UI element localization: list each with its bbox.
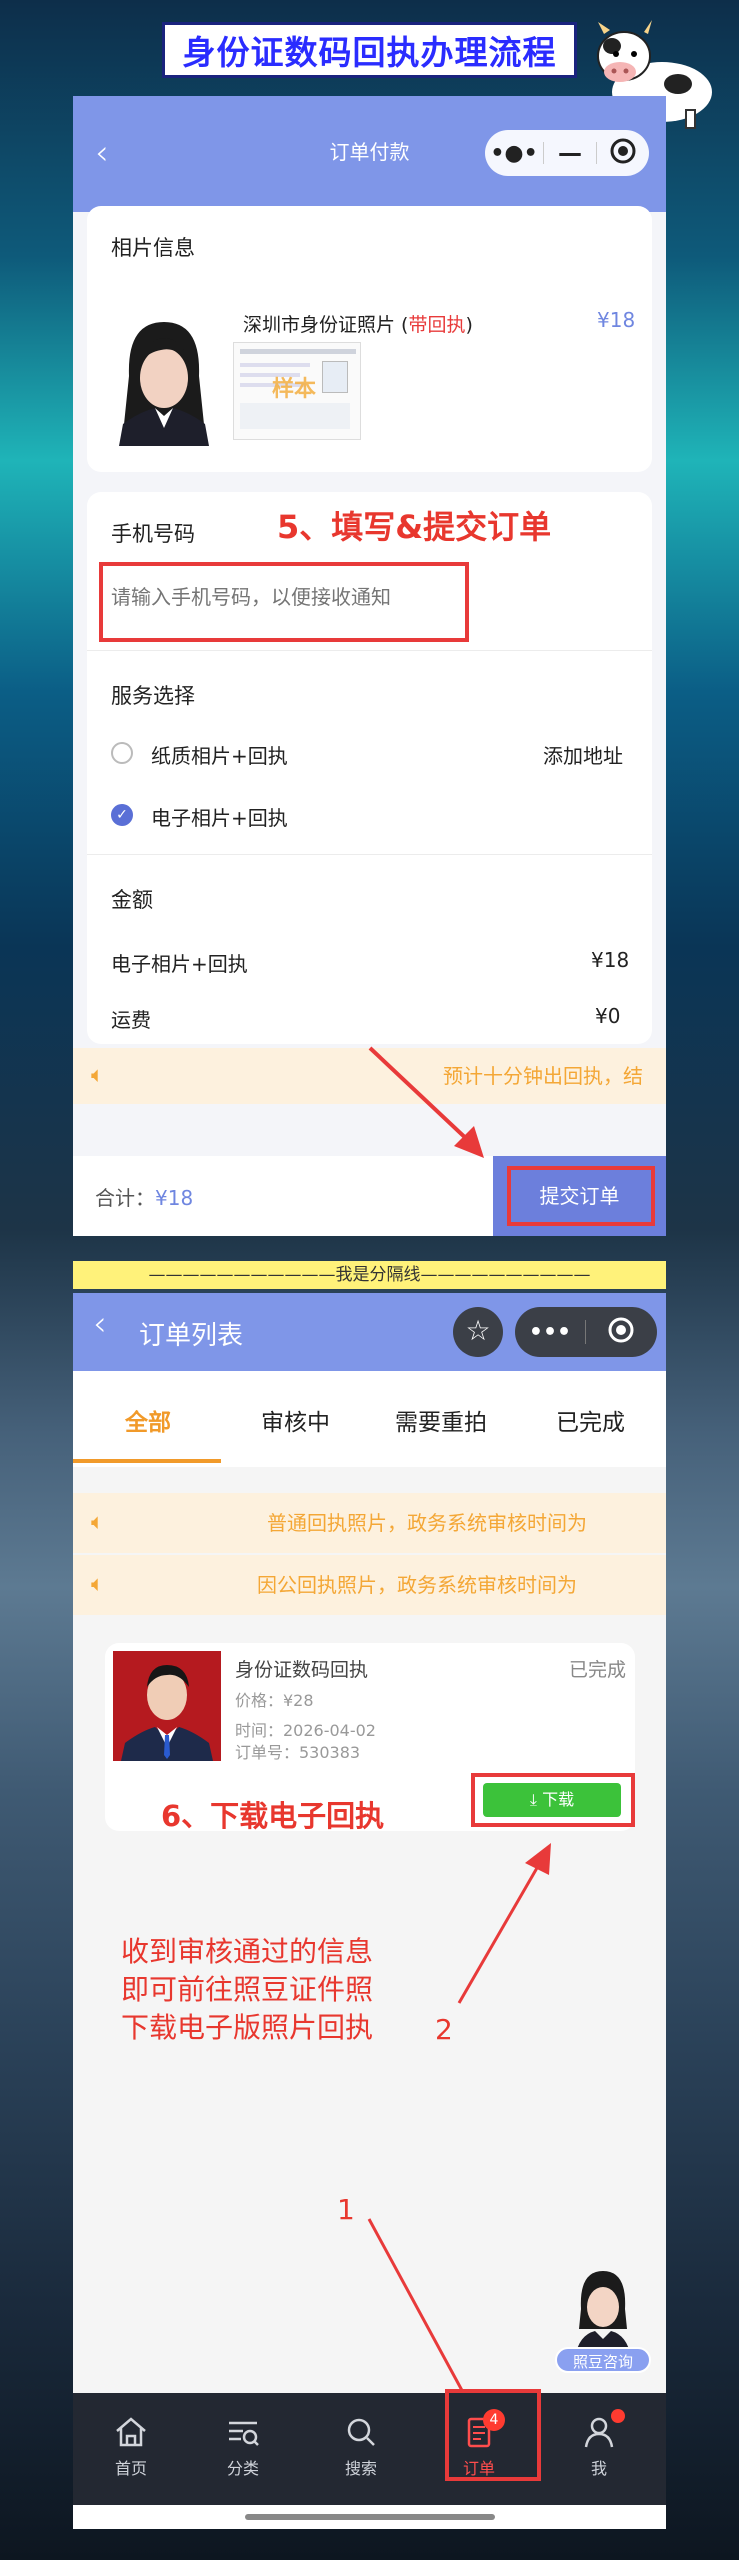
- order-price: 价格：¥28: [235, 1691, 314, 1710]
- minimize-icon[interactable]: —: [544, 139, 596, 167]
- notice-bar: 🔈︎ 普通回执照片，政务系统审核时间为: [73, 1493, 666, 1553]
- tab-retake[interactable]: 需要重拍: [395, 1403, 487, 1437]
- tab-active-indicator: [73, 1459, 221, 1463]
- download-highlight-box: [471, 1773, 635, 1827]
- notice-text: 普通回执照片，政务系统审核时间为: [267, 1511, 587, 1535]
- shipping-row-label: 运费: [111, 1008, 151, 1032]
- tab-all[interactable]: 全部: [125, 1403, 171, 1437]
- step5-label: 5、填写&提交订单: [277, 508, 552, 546]
- order-portrait-photo: [113, 1651, 221, 1761]
- more-icon[interactable]: •●•: [485, 141, 543, 166]
- category-icon: [229, 2421, 259, 2446]
- home-icon: [116, 2417, 146, 2447]
- order-time: 时间：2026-04-02: [235, 1721, 376, 1740]
- shipping-row-value: ¥0: [595, 1004, 621, 1028]
- arrow-label-1: 1: [337, 2193, 355, 2226]
- sample-watermark: 样本: [272, 377, 317, 402]
- phone-highlight-box: [99, 562, 469, 642]
- option-paper-radio[interactable]: [111, 742, 133, 764]
- arrow-to-download-icon: [457, 1843, 551, 2004]
- tab-me[interactable]: 我: [559, 2409, 639, 2479]
- submit-highlight-box: [507, 1166, 655, 1226]
- close-target-icon[interactable]: [586, 1316, 656, 1348]
- home-indicator-area: [73, 2505, 666, 2529]
- portrait-photo: [109, 316, 219, 446]
- order-title: 身份证数码回执: [235, 1659, 369, 1681]
- amount-label: 金额: [111, 888, 153, 912]
- instruction-text: 收到审核通过的信息 即可前往照豆证件照 下载电子版照片回执: [121, 1935, 374, 2044]
- orders-tab-highlight-box: [445, 2389, 541, 2481]
- assistant-avatar: [575, 2271, 631, 2357]
- speaker-icon: 🔈︎: [91, 1063, 105, 1088]
- notice-bar: 🔈︎ 因公回执照片，政务系统审核时间为: [73, 1555, 666, 1615]
- tab-completed[interactable]: 已完成: [556, 1403, 625, 1437]
- option-paper-label[interactable]: 纸质相片+回执: [151, 740, 288, 769]
- banner-title: 身份证数码回执办理流程: [182, 33, 557, 72]
- back-icon[interactable]: ‹: [93, 1307, 107, 1341]
- total: 合计：¥18: [95, 1186, 194, 1210]
- assistant-widget[interactable]: 照豆咨询: [553, 2265, 653, 2383]
- order-status: 已完成: [569, 1659, 627, 1681]
- arrow-label-2: 2: [435, 2013, 453, 2046]
- tab-bar: 全部 审核中 需要重拍 已完成: [73, 1371, 666, 1467]
- separator-label: ———————————我是分隔线——————————: [73, 1261, 666, 1289]
- product-price: ¥18: [597, 308, 636, 332]
- close-target-icon[interactable]: [597, 137, 649, 169]
- nav-title: 订单列表: [139, 1321, 244, 1351]
- tab-home[interactable]: 首页: [91, 2415, 171, 2479]
- mini-program-capsule: •●• —: [485, 130, 649, 176]
- photo-info-card: 相片信息 深圳市身份证照片 (带回执) ¥18 样本: [87, 206, 652, 472]
- add-address-link[interactable]: 添加地址: [543, 740, 623, 769]
- divider: [87, 854, 652, 855]
- speaker-icon: 🔈︎: [91, 1510, 105, 1535]
- receipt-sample-image: 样本: [233, 342, 361, 440]
- divider: [87, 650, 652, 651]
- option-electronic-radio[interactable]: ✓: [111, 804, 133, 826]
- tab-category[interactable]: 分类: [203, 2415, 283, 2479]
- mini-program-capsule: •••: [515, 1307, 657, 1357]
- speaker-icon: 🔈︎: [91, 1572, 105, 1597]
- service-label: 服务选择: [111, 684, 195, 708]
- photo-section-title: 相片信息: [111, 236, 195, 260]
- order-form-card: 手机号码 5、填写&提交订单 服务选择 纸质相片+回执 添加地址 ✓ 电子相片+…: [87, 492, 652, 1044]
- more-icon[interactable]: •••: [515, 1320, 585, 1345]
- assistant-label: 照豆咨询: [555, 2347, 651, 2373]
- nav-bar: ‹ 订单列表 ☆ •••: [73, 1293, 666, 1371]
- arrow-to-submit-icon: [368, 1046, 484, 1158]
- amount-row-label: 电子相片+回执: [111, 952, 248, 976]
- order-number: 订单号：530383: [235, 1743, 361, 1762]
- notice-text: 因公回执照片，政务系统审核时间为: [257, 1573, 577, 1597]
- search-icon: [347, 2418, 375, 2446]
- option-electronic-label[interactable]: 电子相片+回执: [151, 802, 288, 831]
- bottom-tab-bar: 首页 分类 搜索 订单 4 我: [73, 2389, 666, 2505]
- home-indicator: [245, 2514, 495, 2520]
- banner-title-box: 身份证数码回执办理流程: [162, 22, 577, 78]
- nav-bar: ‹ 订单付款 •●• —: [73, 96, 666, 212]
- tab-reviewing[interactable]: 审核中: [261, 1403, 330, 1437]
- notification-dot: [611, 2409, 625, 2423]
- product-name: 深圳市身份证照片 (带回执): [243, 314, 473, 336]
- amount-row-value: ¥18: [591, 948, 630, 972]
- step6-label: 6、下载电子回执: [161, 1799, 385, 1833]
- tab-search[interactable]: 搜索: [321, 2415, 401, 2479]
- phone-label: 手机号码: [111, 522, 195, 546]
- star-icon[interactable]: ☆: [453, 1307, 503, 1357]
- order-list-screen: ‹ 订单列表 ☆ ••• 全部 审核中 需要重拍 已完成 🔈︎ 普通回执照片，政…: [73, 1293, 666, 2529]
